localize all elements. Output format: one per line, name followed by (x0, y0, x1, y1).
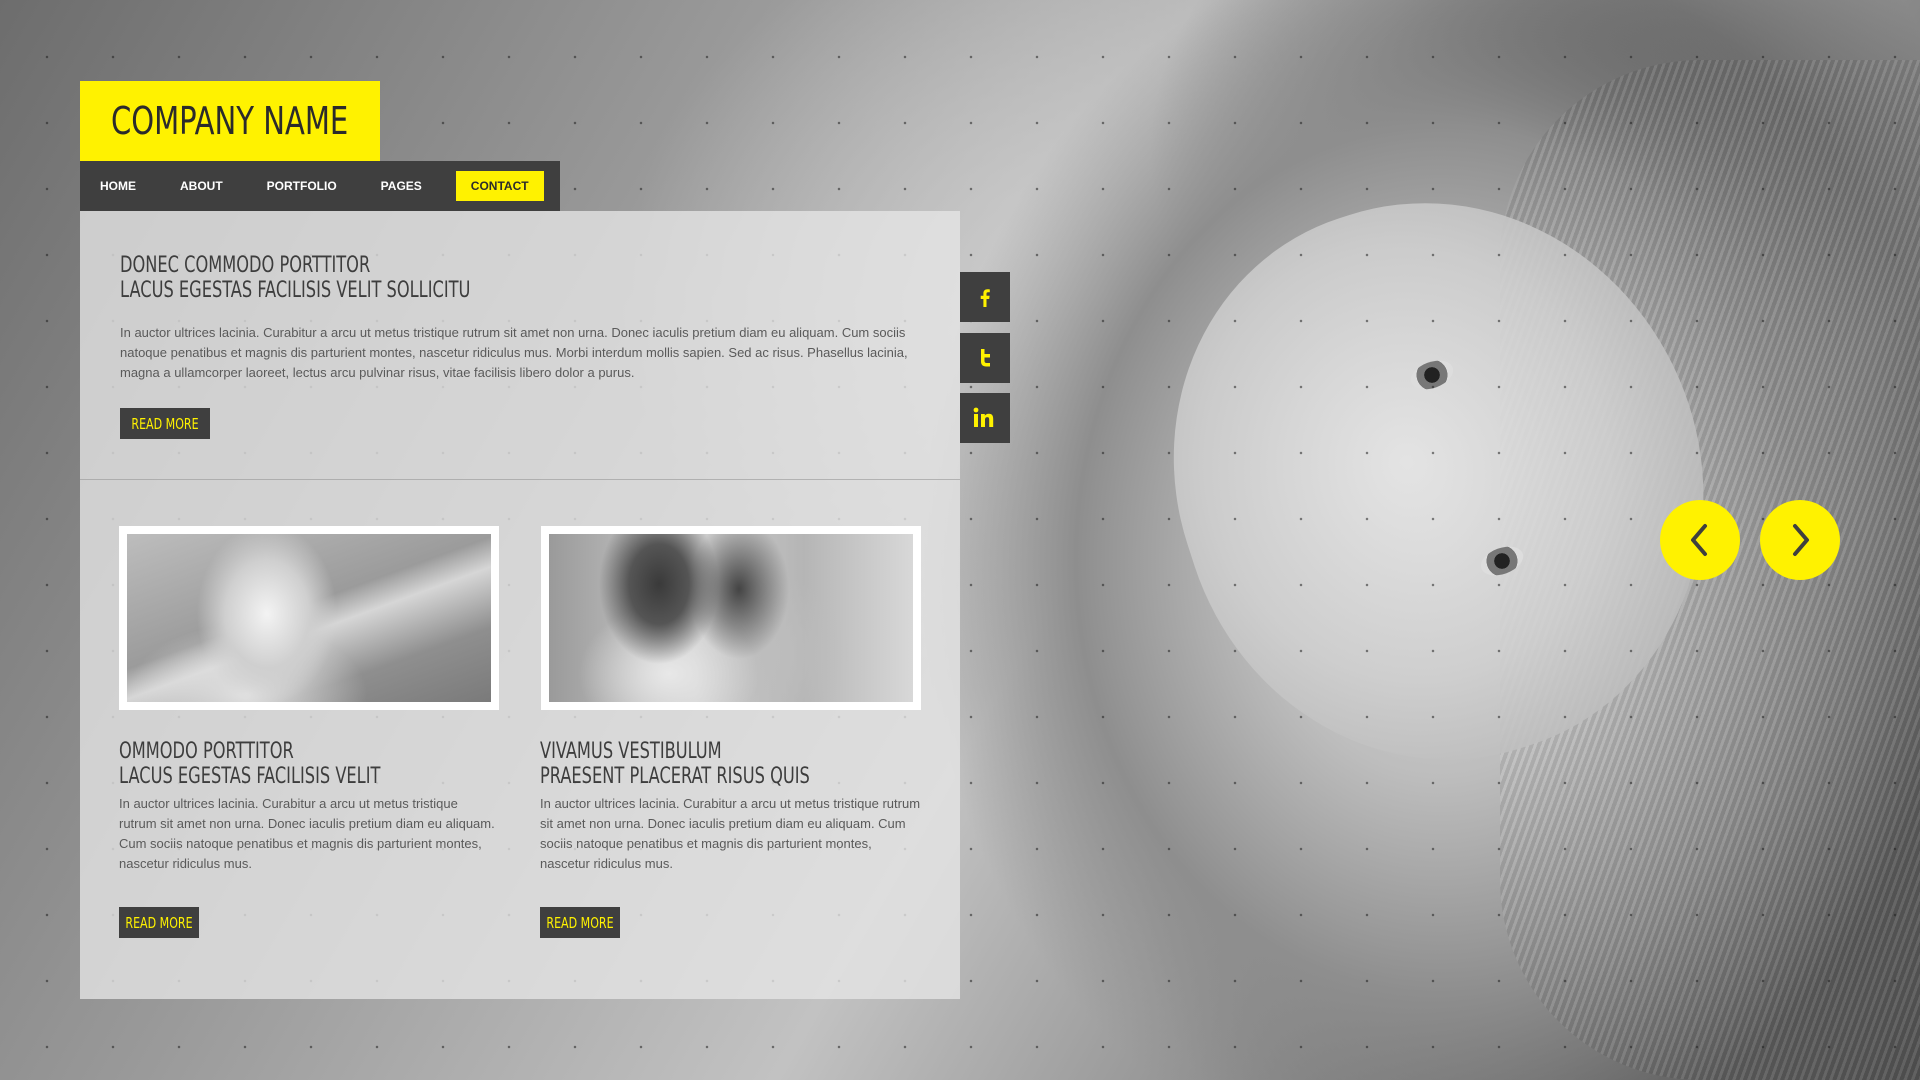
card-1-image (127, 534, 491, 702)
card-1-thumbnail[interactable] (119, 526, 499, 710)
facebook-icon (980, 289, 990, 307)
featured-title-line1: DONEC COMMODO PORTTITOR (120, 253, 371, 278)
chevron-left-icon (1691, 524, 1707, 556)
card-1-body: In auctor ultrices lacinia. Curabitur a … (119, 796, 495, 871)
card-2-title-line2: PRAESENT PLACERAT RISUS QUIS (540, 764, 810, 789)
featured-body: In auctor ultrices lacinia. Curabitur a … (120, 325, 908, 380)
nav-item-pages[interactable]: PAGES (357, 171, 442, 201)
card-1-title-line1: OMMODO PORTTITOR (119, 739, 294, 764)
content-panel: DONEC COMMODO PORTTITOR LACUS EGESTAS FA… (80, 211, 960, 999)
linkedin-button[interactable] (960, 393, 1010, 443)
nav-item-contact[interactable]: CONTACT (455, 171, 544, 201)
card-2-thumbnail[interactable] (541, 526, 921, 710)
card-2-read-more-button[interactable]: READ MORE (540, 907, 620, 938)
nav-item-about[interactable]: ABOUT (156, 171, 243, 201)
card-2-read-more-label: READ MORE (546, 913, 614, 932)
card-2-body: In auctor ultrices lacinia. Curabitur a … (540, 796, 921, 871)
featured-read-more-button[interactable]: READ MORE (120, 408, 210, 439)
page-background: COMPANY NAME HOME ABOUT PORTFOLIO PAGES … (0, 0, 1920, 1080)
nav-item-portfolio[interactable]: PORTFOLIO (243, 171, 357, 201)
section-divider (80, 479, 960, 480)
slider-next-button[interactable] (1760, 500, 1840, 580)
card-2-title-line1: VIVAMUS VESTIBULUM (540, 739, 722, 764)
card-1-read-more-button[interactable]: READ MORE (119, 907, 199, 938)
company-name: COMPANY NAME (111, 99, 349, 143)
linkedin-icon (973, 407, 994, 427)
chevron-right-icon (1793, 524, 1809, 556)
featured-title-line2: LACUS EGESTAS FACILISIS VELIT SOLLICITU (120, 278, 471, 303)
featured-read-more-label: READ MORE (131, 414, 199, 433)
twitter-icon (981, 349, 990, 367)
twitter-button[interactable] (960, 333, 1010, 383)
nav-item-home[interactable]: HOME (80, 171, 156, 201)
company-logo[interactable]: COMPANY NAME (80, 81, 380, 161)
card-2-image (549, 534, 913, 702)
card-1-read-more-label: READ MORE (125, 913, 193, 932)
card-1-title-line2: LACUS EGESTAS FACILISIS VELIT (119, 764, 381, 789)
main-navigation: HOME ABOUT PORTFOLIO PAGES CONTACT (80, 161, 560, 211)
facebook-button[interactable] (960, 272, 1010, 322)
slider-prev-button[interactable] (1660, 500, 1740, 580)
